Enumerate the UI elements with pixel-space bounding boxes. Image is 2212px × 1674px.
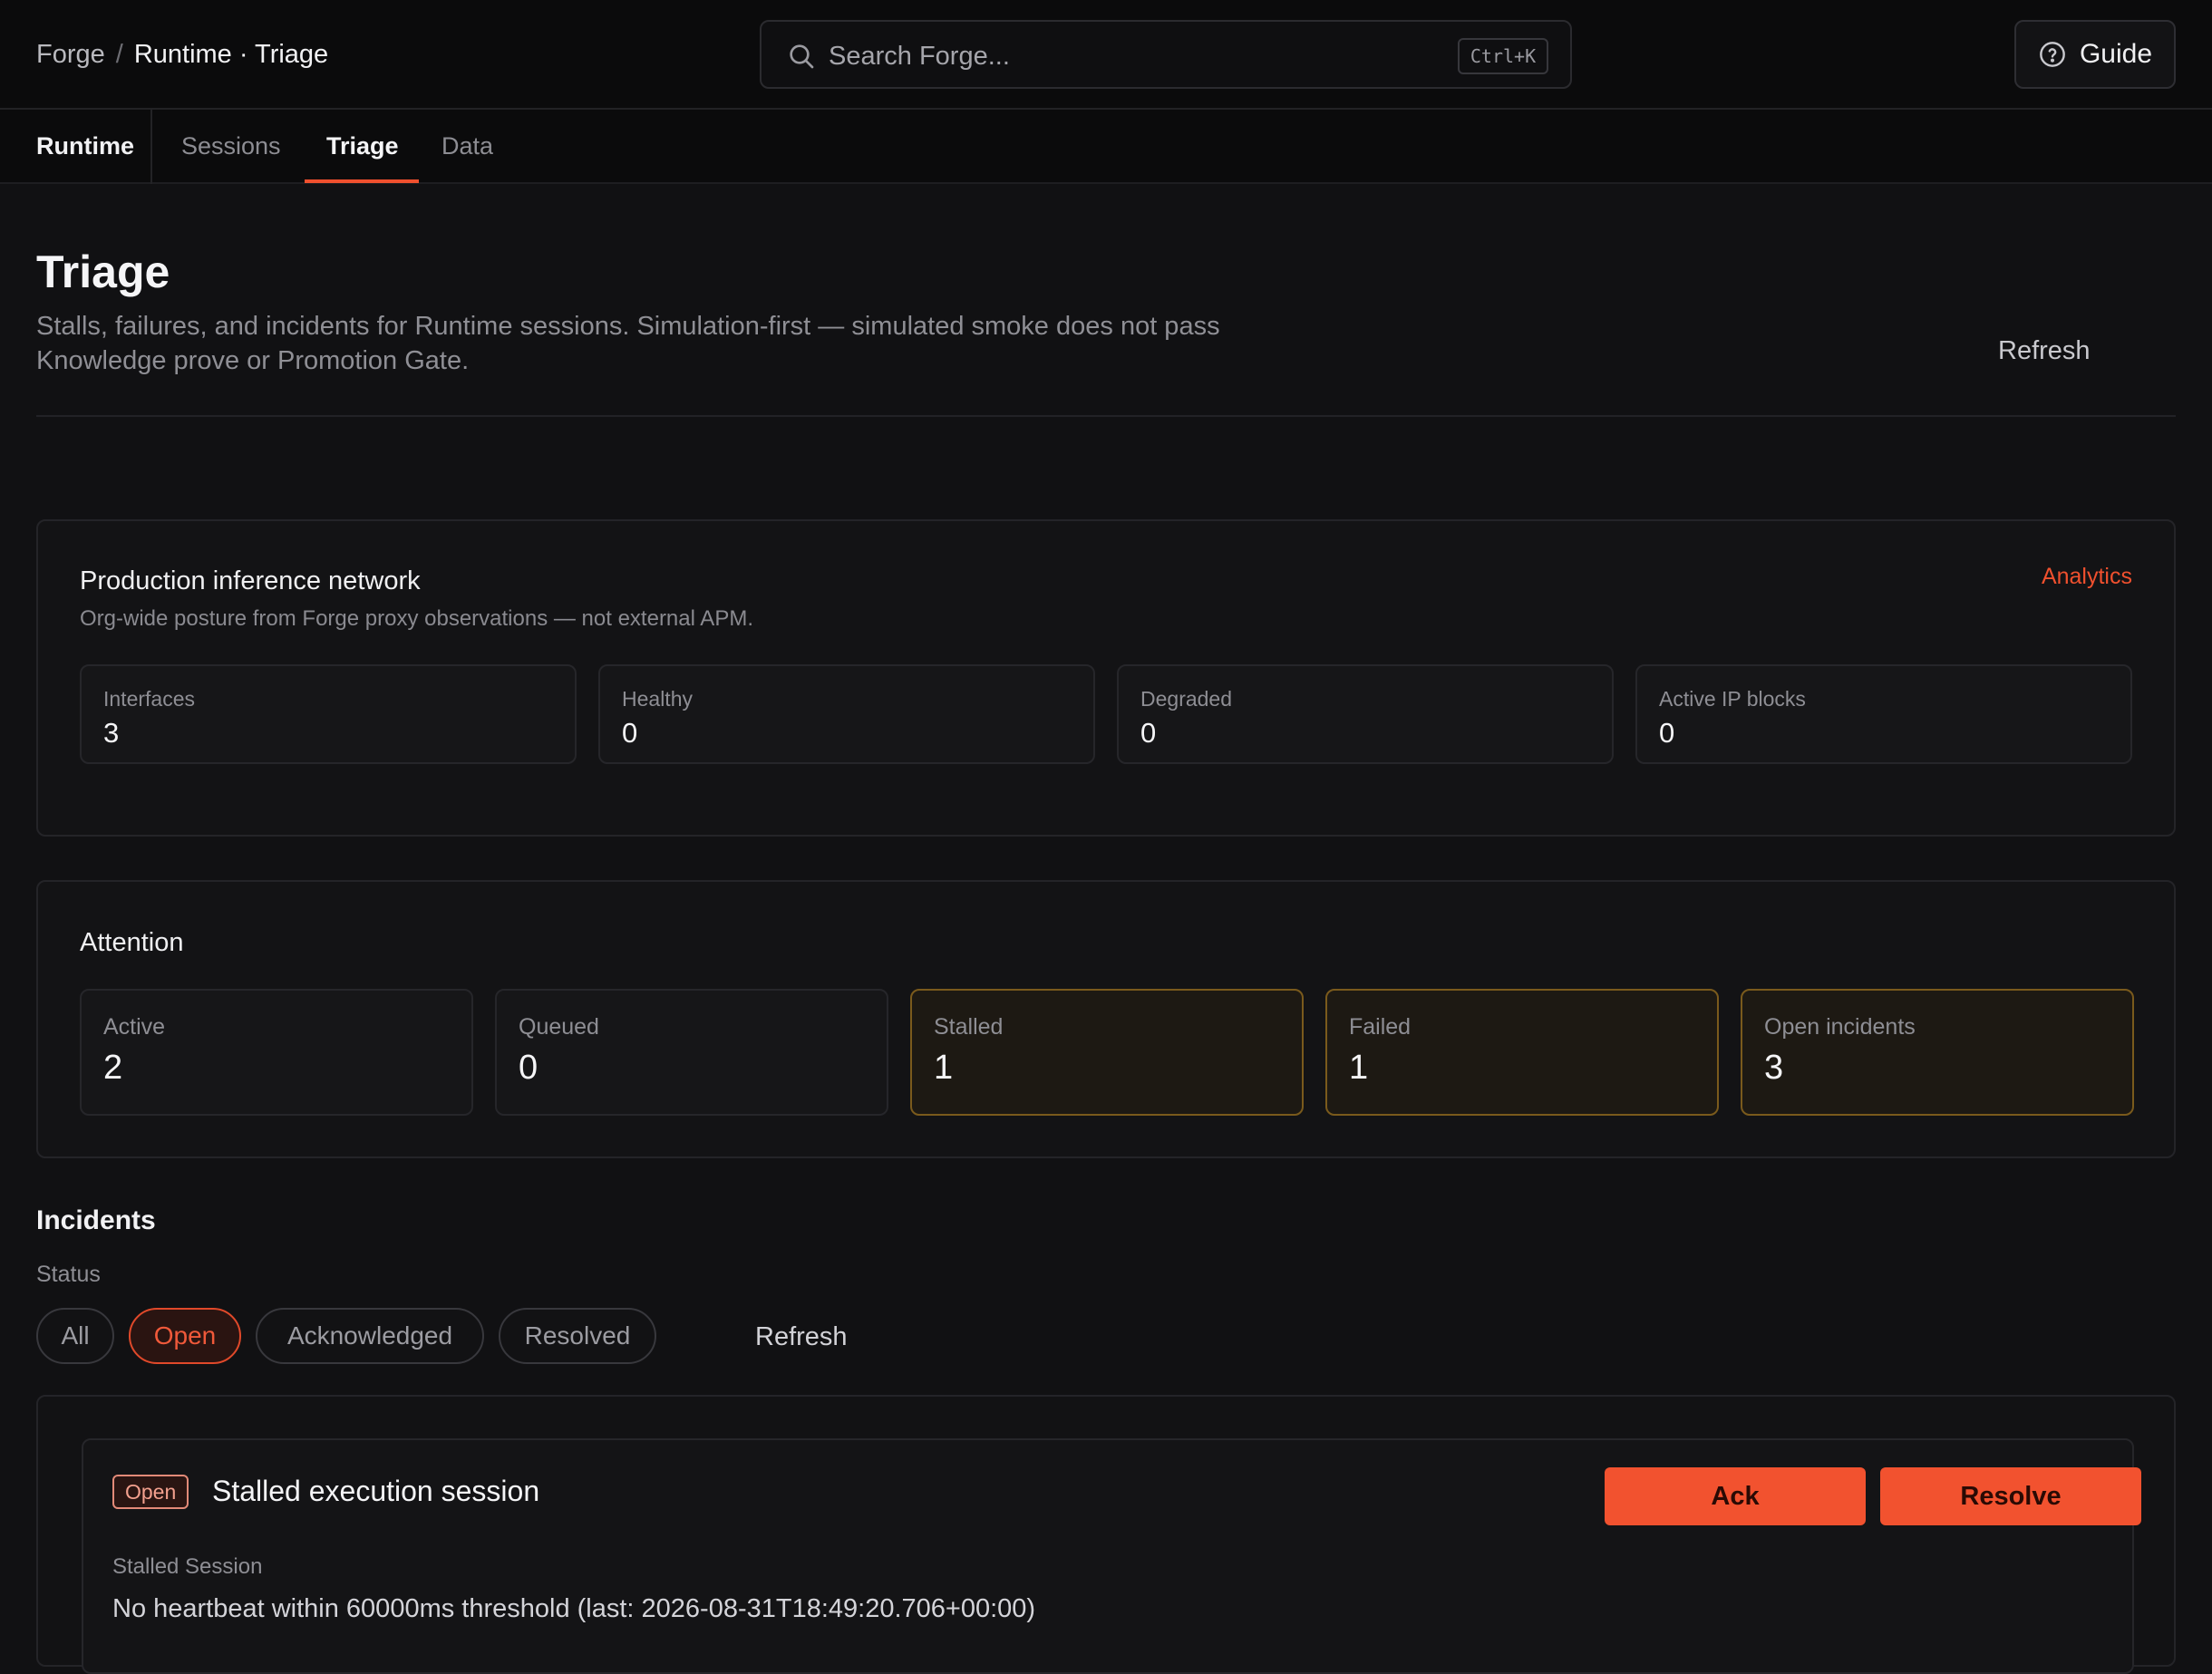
incident-title: Stalled execution session [212, 1475, 540, 1507]
status-badge: Open [112, 1475, 189, 1509]
filter-open-pill[interactable]: Open [129, 1308, 241, 1364]
network-panel-subtitle: Org-wide posture from Forge proxy observ… [80, 606, 753, 631]
incident-type: Stalled Session [112, 1554, 263, 1579]
active-tab-indicator [305, 179, 419, 183]
incident-detail: No heartbeat within 60000ms threshold (l… [112, 1594, 1036, 1623]
filter-acknowledged-pill[interactable]: Acknowledged [256, 1308, 484, 1364]
stat-active: Active 2 [80, 989, 473, 1116]
tab-bar: Runtime Sessions Triage Data [0, 110, 2212, 184]
breadcrumb-separator: / [115, 40, 123, 69]
help-circle-icon [2040, 42, 2065, 67]
incidents-list: Open Stalled execution session Ack Resol… [36, 1395, 2176, 1674]
attention-panel-title: Attention [80, 928, 184, 957]
stat-value: 3 [103, 717, 120, 749]
nav-section-runtime[interactable]: Runtime [36, 110, 134, 184]
stat-label: Failed [1349, 1014, 1412, 1040]
tab-divider [150, 110, 152, 184]
stat-label: Healthy [622, 687, 693, 711]
stat-label: Stalled [934, 1014, 1004, 1040]
stat-label: Queued [519, 1014, 599, 1040]
stat-active-ip-blocks: Active IP blocks 0 [1635, 664, 2132, 764]
search-icon [790, 44, 814, 69]
search-shortcut-hint: Ctrl+K [1458, 38, 1548, 74]
stat-value: 0 [1140, 717, 1157, 749]
incident-card: Open Stalled execution session Ack Resol… [82, 1438, 2141, 1674]
resolve-button[interactable]: Resolve [1880, 1467, 2141, 1525]
network-panel: Production inference network Analytics O… [36, 519, 2176, 837]
stat-label: Interfaces [103, 687, 195, 711]
tab-sessions[interactable]: Sessions [181, 110, 281, 184]
stat-healthy: Healthy 0 [598, 664, 1095, 764]
breadcrumb: Forge / Runtime · Triage [36, 36, 328, 73]
stat-interfaces: Interfaces 3 [80, 664, 577, 764]
filter-all-pill[interactable]: All [36, 1308, 114, 1364]
filter-resolved-pill[interactable]: Resolved [499, 1308, 656, 1364]
page-description: Stalls, failures, and incidents for Runt… [36, 312, 1220, 375]
stat-degraded: Degraded 0 [1117, 664, 1614, 764]
stat-open-incidents: Open incidents 3 [1741, 989, 2134, 1116]
search-input[interactable]: Search Forge... [829, 38, 1010, 74]
network-panel-title: Production inference network [80, 566, 421, 595]
search-box[interactable]: Search Forge... Ctrl+K [760, 20, 1572, 89]
status-filter-label: Status [36, 1262, 101, 1287]
page-title: Triage [36, 247, 170, 297]
header-divider [36, 415, 2176, 417]
stat-value: 2 [103, 1049, 123, 1087]
page-refresh-button[interactable]: Refresh [1998, 333, 2091, 369]
stat-value: 1 [934, 1049, 954, 1087]
tab-data[interactable]: Data [441, 110, 493, 184]
ack-button[interactable]: Ack [1605, 1467, 1866, 1525]
attention-panel: Attention Active 2 Queued 0 Stalled 1 Fa… [36, 880, 2176, 1158]
stat-value: 1 [1349, 1049, 1369, 1087]
breadcrumb-root-link[interactable]: Forge [36, 36, 105, 73]
stat-value: 0 [622, 717, 638, 749]
top-bar: Forge / Runtime · Triage Search Forge...… [0, 0, 2212, 110]
stat-label: Open incidents [1764, 1014, 1916, 1040]
stat-label: Degraded [1140, 687, 1233, 711]
stat-queued: Queued 0 [495, 989, 888, 1116]
stat-failed: Failed 1 [1325, 989, 1719, 1116]
stat-value: 3 [1764, 1049, 1784, 1087]
stat-value: 0 [519, 1049, 538, 1087]
breadcrumb-current: Runtime · Triage [133, 40, 329, 69]
tab-triage[interactable]: Triage [326, 110, 399, 184]
stat-label: Active [103, 1014, 166, 1040]
stat-label: Active IP blocks [1659, 687, 1806, 711]
incidents-title: Incidents [36, 1205, 156, 1235]
stat-value: 0 [1659, 717, 1675, 749]
guide-button[interactable]: Guide [2014, 20, 2176, 89]
incidents-refresh-button[interactable]: Refresh [755, 1319, 848, 1355]
guide-button-label: Guide [2079, 39, 2153, 69]
stat-stalled: Stalled 1 [910, 989, 1304, 1116]
analytics-link[interactable]: Analytics [2042, 561, 2132, 592]
